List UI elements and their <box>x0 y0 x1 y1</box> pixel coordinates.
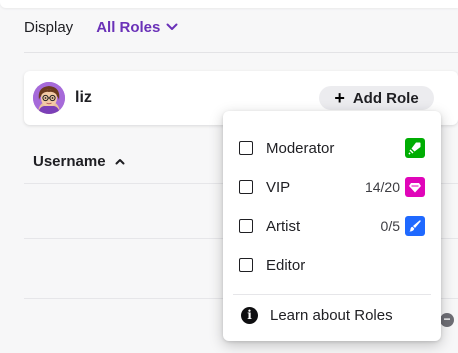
checkbox[interactable] <box>239 141 253 155</box>
sword-icon <box>405 138 425 158</box>
avatar[interactable] <box>33 82 65 114</box>
role-option-vip[interactable]: VIP 14/20 <box>239 174 425 200</box>
section-divider <box>24 52 458 53</box>
role-option-artist[interactable]: Artist 0/5 <box>239 213 425 239</box>
paintbrush-icon <box>405 216 425 236</box>
checkbox[interactable] <box>239 219 253 233</box>
add-role-label: Add Role <box>352 89 419 107</box>
chevron-down-icon <box>166 23 178 31</box>
role-count: 0/5 <box>380 218 400 234</box>
info-icon: i <box>241 306 258 324</box>
role-name: Editor <box>266 256 306 274</box>
role-option-moderator[interactable]: Moderator <box>239 135 425 161</box>
role-name: VIP <box>266 178 291 196</box>
role-count: 14/20 <box>364 179 400 195</box>
learn-about-roles-label: Learn about Roles <box>270 306 393 324</box>
username: liz <box>75 89 92 106</box>
role-option-editor[interactable]: Editor <box>239 252 425 278</box>
sort-ascending-caret-icon <box>115 158 125 165</box>
add-role-button[interactable]: + Add Role <box>319 86 434 110</box>
role-name: Moderator <box>266 139 335 157</box>
username-column-label: Username <box>33 153 106 170</box>
remove-icon[interactable]: − <box>440 313 454 327</box>
learn-about-roles-link[interactable]: i Learn about Roles <box>241 304 393 326</box>
role-name: Artist <box>266 217 301 235</box>
checkbox[interactable] <box>239 180 253 194</box>
top-card <box>0 0 458 8</box>
username-column-header[interactable]: Username <box>33 153 125 170</box>
gem-icon <box>405 177 425 197</box>
role-filter-dropdown[interactable]: All Roles <box>96 19 178 36</box>
role-menu: Moderator VIP 14/20 Artist 0/5 Editor i … <box>223 111 441 341</box>
display-label: Display <box>24 18 74 36</box>
plus-icon: + <box>334 88 345 108</box>
role-filter-label: All Roles <box>96 18 161 36</box>
menu-divider <box>233 294 431 295</box>
checkbox[interactable] <box>239 258 253 272</box>
display-filter-row: Display All Roles <box>24 17 178 37</box>
